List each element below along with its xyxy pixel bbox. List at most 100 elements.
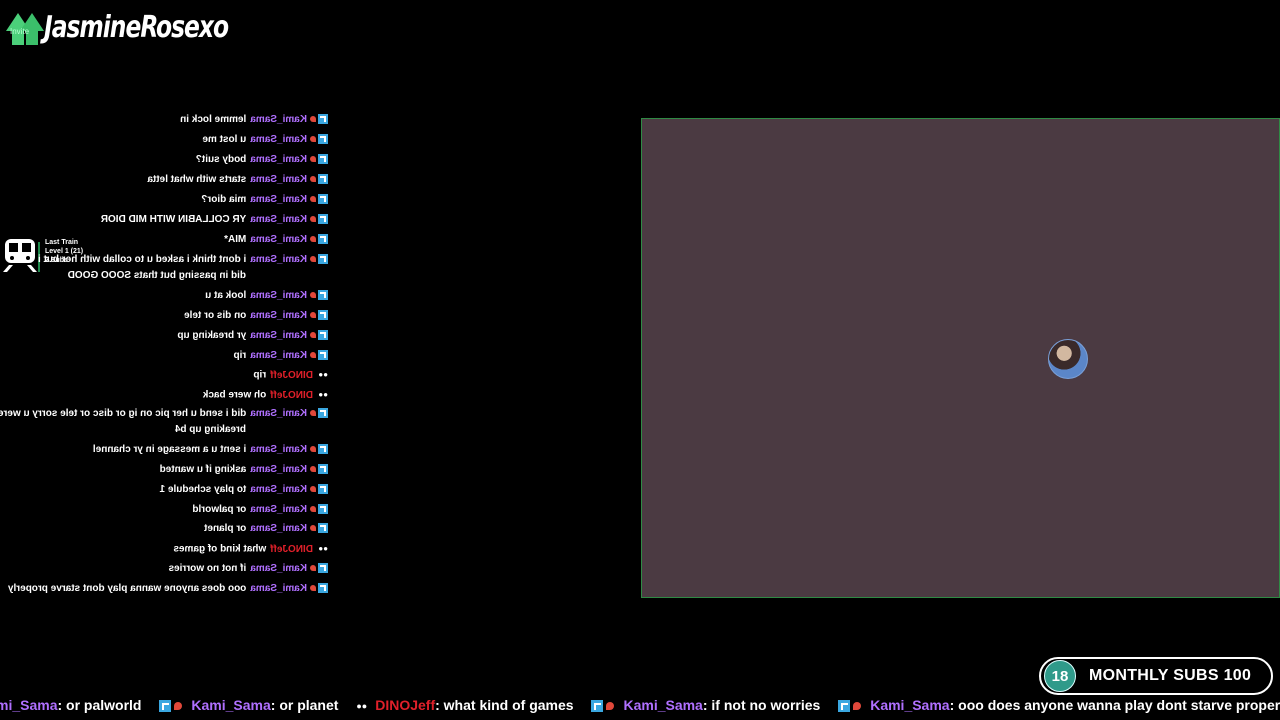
chat-username: DINOJeff [270,389,313,401]
chat-message: ●● DINOJeffoh were back [0,387,328,404]
chat-message: Kami_SamaYR COLLABIN WITH MID DIOR [0,212,328,228]
ticker-username: Kami_Sama [191,697,271,713]
chat-username: DINOJeff [270,369,313,381]
flame-icon [310,525,316,532]
verified-badge-icon [318,523,328,534]
chat-message: Kami_Samalook at u [0,288,328,304]
avatar [1048,339,1088,379]
flame-icon [310,292,316,299]
chat-username: Kami_Sama [250,563,307,574]
chat-username: Kami_Sama [250,523,307,534]
chat-username: Kami_Sama [250,504,307,515]
chat-message: Kami_SamaMIA* [0,232,328,248]
chat-username: Kami_Sama [250,444,307,455]
chat-text: u lost me [202,134,247,145]
verified-badge-icon [318,563,328,574]
chat-username: Kami_Sama [250,214,307,225]
chat-text-continued: did in passing but thats SOOO GOOD [67,270,246,281]
verified-badge-icon [318,174,328,185]
flame-icon [310,196,316,203]
ticker-text: : or planet [270,697,339,713]
chat-text: if not no worries [168,563,247,574]
chat-text: oh were back [202,389,267,401]
chat-username: Kami_Sama [250,174,307,185]
chat-text: lemme lock in [180,114,247,125]
chat-text: mia dior? [201,194,247,205]
chat-username: Kami_Sama [250,310,307,321]
chat-message: ●● DINOJeffrip [0,367,328,384]
eyes-icon: ●● [318,390,328,399]
chat-text: asking if u wanted [159,464,247,475]
subs-goal-widget: 18 MONTHLY SUBS 100 [1039,657,1273,695]
verified-badge-icon [318,290,328,301]
verified-badge-icon [318,408,328,419]
chat-ticker: mi_Sama: or palworld Kami_Sama: or plane… [0,694,1280,716]
flame-icon [310,486,316,493]
flame-icon [853,702,862,711]
flame-icon [310,332,316,339]
chat-text: or planet [204,523,247,534]
chat-text: YR COLLABIN WITH MID DIOR [100,214,247,225]
verified-badge-icon [159,700,172,713]
chat-username: Kami_Sama [250,484,307,495]
chat-text: or palworld [192,504,247,515]
verified-badge-icon [591,700,604,713]
flame-icon [310,116,316,123]
verified-badge-icon [838,700,851,713]
chat-message: Kami_Samai sent u a message in yr channe… [0,442,328,458]
chat-text: starts with what letta [147,174,247,185]
ticker-username: Kami_Sama [623,697,703,713]
flame-icon [310,585,316,592]
chat-text: what kind of games [173,543,267,555]
chat-message: Kami_Samau lost me [0,132,328,148]
flame-icon [174,702,183,711]
flame-icon [310,410,316,417]
camera-feed [641,118,1280,598]
verified-badge-icon [318,154,328,165]
verified-badge-icon [318,484,328,495]
ticker-username: Kami_Sama [870,697,950,713]
flame-icon [310,216,316,223]
verified-badge-icon [318,214,328,225]
chat-message: Kami_Samayr breaking up [0,328,328,344]
ticker-username: DINOJeff [375,697,436,713]
chat-username: Kami_Sama [250,330,307,341]
chat-text: on dis or tele [184,310,247,321]
subs-goal-label: MONTHLY SUBS 100 [1089,667,1252,684]
chat-message: Kami_Samastarts with what letta [0,172,328,188]
eyes-icon: ●● [318,544,328,553]
chat-username: Kami_Sama [250,464,307,475]
chat-text-continued: breaking up b4 [174,424,246,435]
chat-text: body suit? [195,154,247,165]
ticker-text: : ooo does anyone wanna play dont starve… [949,697,1280,713]
chat-message: Kami_Samarip [0,348,328,364]
chat-message: ●● DINOJeffwhat kind of games [0,541,328,558]
chat-text: i dont think i asked u to collab with he… [37,254,247,265]
verified-badge-icon [318,583,328,594]
verified-badge-icon [318,350,328,361]
chat-text: did i send u her pic on ig or disc or te… [0,408,247,419]
verified-badge-icon [318,134,328,145]
chat-overlay: Kami_Samalemme lock in Kami_Samau lost m… [0,112,332,602]
chat-username: Kami_Sama [250,408,307,419]
flame-icon [310,506,316,513]
subs-count: 18 [1044,660,1076,692]
chat-text: rip [233,350,247,361]
chat-text: i sent u a message in yr channel [92,444,247,455]
ticker-text: : if not no worries [702,697,821,713]
ticker-text: : what kind of games [435,697,574,713]
verified-badge-icon [318,444,328,455]
chat-username: Kami_Sama [250,254,307,265]
chat-message: Kami_Samamia dior? [0,192,328,208]
chat-text: yr breaking up [177,330,247,341]
chat-text: rip [253,369,267,381]
chat-username: Kami_Sama [250,194,307,205]
flame-icon [310,236,316,243]
chat-message: Kami_Samaon dis or tele [0,308,328,324]
chat-message: Kami_Samaor planet [0,521,328,537]
chat-message: Kami_Samalemme lock in [0,112,328,128]
chat-message: Kami_Samato play schedule 1 [0,482,328,498]
chat-message: Kami_Samaasking if u wanted [0,462,328,478]
verified-badge-icon [318,310,328,321]
chat-username: Kami_Sama [250,114,307,125]
